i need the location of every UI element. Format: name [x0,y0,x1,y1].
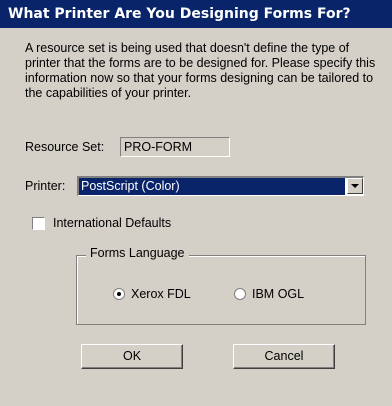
dialog-title: What Printer Are You Designing Forms For… [0,0,392,28]
resource-set-label: Resource Set: [25,140,105,154]
printer-label: Printer: [25,179,66,193]
dialog-description: A resource set is being used that doesn'… [25,41,376,100]
printer-select-value[interactable]: PostScript (Color) [79,178,345,195]
printer-select[interactable]: PostScript (Color) [77,176,364,196]
cancel-button[interactable]: Cancel [233,344,335,369]
radio-ibm-ogl[interactable] [234,288,246,300]
dropdown-button[interactable] [347,178,363,194]
ok-button[interactable]: OK [81,344,183,369]
xerox-fdl-label[interactable]: Xerox FDL [131,287,191,301]
resource-set-field: PRO-FORM [120,137,230,157]
forms-language-title: Forms Language [86,246,189,260]
international-defaults-checkbox[interactable] [32,217,45,230]
printer-dialog: What Printer Are You Designing Forms For… [0,0,392,406]
radio-selected-dot [117,292,121,296]
radio-xerox-fdl[interactable] [113,288,125,300]
ibm-ogl-label[interactable]: IBM OGL [252,287,304,301]
chevron-down-icon [351,184,359,188]
international-defaults-label[interactable]: International Defaults [53,216,171,230]
